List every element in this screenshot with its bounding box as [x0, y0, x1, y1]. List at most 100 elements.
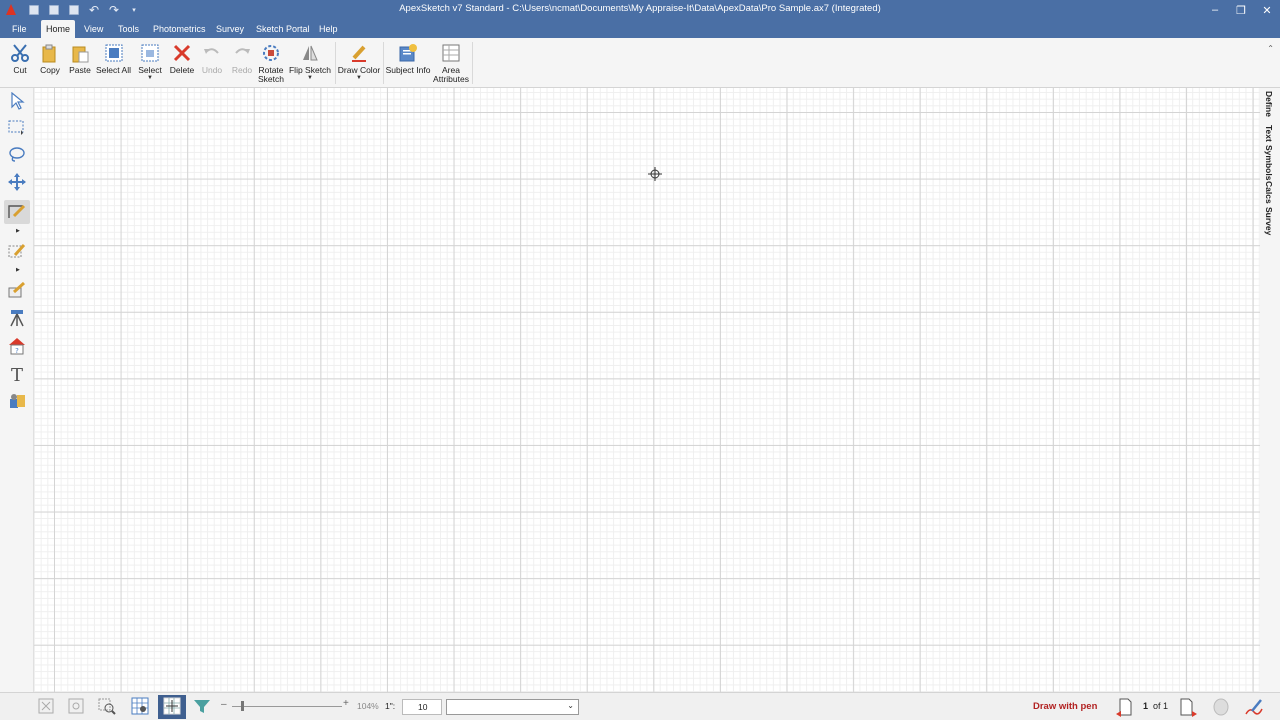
side-tab-survey[interactable]: Survey — [1264, 207, 1274, 235]
move-tool[interactable] — [4, 171, 30, 195]
tab-photometrics[interactable]: Photometrics — [148, 20, 211, 38]
next-page-button[interactable] — [1178, 697, 1198, 720]
edit-shape-icon — [8, 281, 26, 301]
close-button[interactable]: ✕ — [1254, 0, 1280, 20]
flip-sketch-label: Flip Sketch — [288, 65, 332, 75]
select-button[interactable]: Select ▼ — [136, 40, 164, 86]
cut-button[interactable]: Cut — [5, 40, 35, 86]
ribbon: Cut Copy Paste Select All Select ▼ Delet… — [0, 38, 1280, 88]
side-tab-text[interactable]: Text — [1264, 125, 1274, 142]
tab-tools[interactable]: Tools — [113, 20, 144, 38]
edit-shape-tool[interactable] — [4, 279, 30, 303]
zoom-window-icon — [98, 697, 116, 718]
tab-survey[interactable]: Survey — [211, 20, 249, 38]
move-icon — [8, 172, 26, 194]
sketch-canvas[interactable] — [34, 88, 1260, 692]
select-label: Select — [138, 65, 162, 75]
zoom-slider-track[interactable] — [232, 706, 342, 707]
current-page: 1 — [1143, 701, 1149, 711]
area-attributes-button[interactable]: Area Attributes — [432, 40, 470, 86]
rotate-sketch-label: Rotate Sketch — [258, 65, 284, 84]
tab-sketch-portal[interactable]: Sketch Portal — [251, 20, 315, 38]
draw-pen-icon — [8, 203, 26, 222]
grid-toggle-icon — [163, 697, 181, 718]
window-controls: – ❐ ✕ — [1202, 0, 1280, 20]
svg-text:?: ? — [15, 347, 19, 355]
left-toolbar: ▶ ▶ ? T — [0, 88, 34, 692]
side-tab-calcs[interactable]: Calcs — [1264, 181, 1274, 204]
zoom-fit-icon — [37, 697, 55, 718]
previous-page-button[interactable] — [1115, 697, 1135, 720]
select-all-icon — [103, 42, 125, 64]
delete-label: Delete — [169, 65, 195, 75]
select-all-label: Select All — [96, 65, 131, 75]
zoom-window-button[interactable] — [96, 697, 118, 717]
zoom-extents-icon — [67, 697, 85, 718]
collapse-ribbon-icon[interactable]: ⌃ — [1267, 44, 1274, 53]
next-page-icon — [1178, 698, 1198, 720]
rotate-sketch-button[interactable]: Rotate Sketch — [257, 40, 285, 86]
zoom-in-icon[interactable]: + — [343, 698, 349, 709]
sync-status-icon[interactable] — [1212, 698, 1230, 719]
tab-home[interactable]: Home — [41, 20, 76, 38]
redo-button[interactable]: Redo — [229, 40, 255, 86]
status-bar: – + 104% 1": 10 ⌄ Draw with pen 1 of 1 — [0, 692, 1280, 720]
draw-color-label: Draw Color — [337, 65, 381, 75]
svg-text:T: T — [11, 365, 23, 383]
text-tool[interactable]: T — [4, 363, 30, 387]
select-icon — [139, 42, 161, 64]
select-all-button[interactable]: Select All — [95, 40, 132, 86]
side-tab-define[interactable]: Define — [1264, 91, 1274, 117]
subject-info-label: Subject Info — [385, 65, 431, 75]
grid-view-button[interactable] — [129, 697, 151, 717]
menu-bar: File Home View Tools Photometrics Survey… — [0, 20, 1280, 38]
symbols-tool[interactable] — [4, 390, 30, 414]
area-type-select[interactable]: ⌄ — [446, 699, 579, 715]
lasso-icon — [8, 146, 26, 165]
tab-view[interactable]: View — [79, 20, 108, 38]
area-attributes-icon — [440, 42, 462, 64]
copy-button[interactable]: Copy — [36, 40, 64, 86]
subject-info-button[interactable]: Subject Info — [386, 40, 430, 86]
chevron-down-icon: ⌄ — [567, 701, 574, 710]
restore-button[interactable]: ❐ — [1228, 0, 1254, 20]
rectangle-select-tool[interactable] — [4, 116, 30, 140]
pointer-tool[interactable] — [4, 90, 30, 114]
ribbon-separator — [472, 42, 473, 84]
lasso-tool[interactable] — [4, 143, 30, 167]
paste-button[interactable]: Paste — [66, 40, 94, 86]
zoom-fit-button[interactable] — [35, 697, 57, 717]
draw-pen-tool[interactable] — [4, 200, 30, 224]
pen-settings-icon[interactable] — [1244, 697, 1264, 720]
zoom-extents-button[interactable] — [65, 697, 87, 717]
grid-view-icon — [131, 697, 149, 718]
scale-label: 1": — [385, 701, 396, 711]
draw-color-icon — [348, 42, 370, 64]
tab-help[interactable]: Help — [314, 20, 343, 38]
zoom-slider-thumb[interactable] — [241, 701, 244, 711]
house-tool[interactable]: ? — [4, 335, 30, 359]
undo-label: Undo — [201, 65, 223, 75]
filter-icon — [193, 697, 211, 718]
scale-input[interactable]: 10 — [402, 699, 442, 715]
previous-page-icon — [1115, 698, 1135, 720]
draw-color-button[interactable]: Draw Color ▼ — [338, 40, 380, 86]
draw-pen-dropdown-icon[interactable]: ▶ — [16, 228, 20, 234]
delete-button[interactable]: Delete — [168, 40, 196, 86]
rotate-sketch-icon — [260, 42, 282, 64]
undo-button[interactable]: Undo — [199, 40, 225, 86]
house-icon: ? — [8, 337, 26, 358]
zoom-out-icon[interactable]: – — [221, 699, 227, 710]
tab-file[interactable]: File — [7, 20, 32, 38]
redo-icon — [231, 42, 253, 64]
grid-toggle-button[interactable] — [158, 695, 186, 719]
side-tab-symbols[interactable]: Symbols — [1264, 145, 1274, 180]
minimize-button[interactable]: – — [1202, 0, 1228, 20]
page-indicator: 1 of 1 — [1143, 701, 1168, 711]
flip-sketch-button[interactable]: Flip Sketch ▼ — [289, 40, 331, 86]
area-tool[interactable] — [4, 240, 30, 264]
area-tool-dropdown-icon[interactable]: ▶ — [16, 267, 20, 273]
symbols-icon — [8, 392, 26, 413]
survey-tool[interactable] — [4, 307, 30, 331]
filter-button[interactable] — [191, 697, 213, 717]
